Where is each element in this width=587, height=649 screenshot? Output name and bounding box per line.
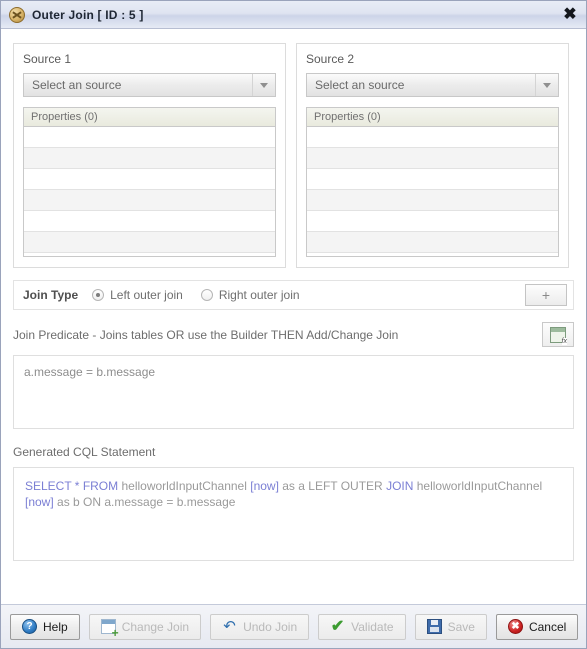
join-predicate-row: Join Predicate - Joins tables OR use the… — [13, 322, 574, 347]
source-2-label: Source 2 — [306, 52, 355, 66]
outer-join-icon — [9, 6, 25, 23]
dialog-button-bar: Help Change Join Undo Join Validate Save… — [1, 604, 586, 648]
generated-cql-statement: SELECT * FROM helloworldInputChannel [no… — [13, 467, 574, 561]
source-1-select[interactable]: Select an source — [23, 73, 276, 97]
source-2-properties-list[interactable]: Properties (0) — [306, 107, 559, 257]
cql-token-identifier: as a LEFT OUTER — [278, 479, 387, 493]
expression-builder-button[interactable] — [542, 322, 574, 347]
help-icon — [22, 619, 37, 634]
add-join-button[interactable]: + — [525, 284, 567, 306]
list-item[interactable] — [307, 169, 558, 190]
source-1-properties-list[interactable]: Properties (0) — [23, 107, 276, 257]
source-2-panel: Source 2 Select an source Properties (0) — [296, 43, 569, 268]
help-button-label: Help — [43, 619, 68, 634]
list-item[interactable] — [24, 148, 275, 169]
join-type-label: Join Type — [23, 288, 79, 302]
source-2-property-rows — [307, 127, 558, 256]
source-2-select-value: Select an source — [315, 78, 405, 92]
cql-token-keyword: SELECT — [25, 479, 72, 493]
cancel-button-label: Cancel — [528, 619, 567, 634]
generated-cql-label: Generated CQL Statement — [13, 445, 156, 459]
list-item[interactable] — [307, 211, 558, 232]
validate-button[interactable]: Validate — [318, 613, 406, 640]
cql-token-keyword: [now] — [250, 479, 279, 493]
cql-token-identifier: helloworldInputChannel — [413, 479, 543, 493]
source-1-properties-header: Properties (0) — [24, 108, 275, 127]
source-2-select[interactable]: Select an source — [306, 73, 559, 97]
radio-right-outer-join-label: Right outer join — [218, 288, 300, 302]
title-bar: Outer Join [ ID : 5 ] ✖ — [1, 1, 586, 29]
cql-token-identifier: as b ON a.message = b.message — [53, 495, 236, 509]
dialog-content: Source 1 Select an source Properties (0) — [1, 29, 586, 604]
cql-token-keyword: FROM — [82, 479, 119, 493]
validate-button-label: Validate — [351, 619, 394, 634]
source-2-properties-header: Properties (0) — [307, 108, 558, 127]
list-item[interactable] — [307, 253, 558, 256]
list-item[interactable] — [24, 232, 275, 253]
change-join-button-label: Change Join — [121, 619, 190, 634]
list-item[interactable] — [24, 190, 275, 211]
cancel-icon — [507, 619, 523, 634]
change-join-icon — [100, 619, 119, 639]
list-item[interactable] — [24, 127, 275, 148]
list-item[interactable] — [307, 148, 558, 169]
cql-token-keyword: [now] — [25, 495, 54, 509]
chevron-down-icon — [535, 74, 558, 96]
expression-builder-icon — [550, 326, 568, 345]
save-button-label: Save — [447, 619, 475, 634]
radio-right-outer-join[interactable]: Right outer join — [200, 288, 300, 302]
undo-join-button[interactable]: Undo Join — [210, 613, 310, 640]
source-1-label: Source 1 — [23, 52, 72, 66]
outer-join-dialog: Outer Join [ ID : 5 ] ✖ Source 1 Select … — [0, 0, 587, 649]
cql-token-keyword: * — [71, 479, 83, 493]
cancel-button[interactable]: Cancel — [495, 613, 579, 640]
validate-icon — [330, 619, 345, 634]
radio-right-outer-join-indicator — [200, 289, 213, 301]
list-item[interactable] — [307, 232, 558, 253]
radio-left-outer-join-label: Left outer join — [110, 288, 183, 302]
list-item[interactable] — [307, 190, 558, 211]
change-join-button[interactable]: Change Join — [88, 613, 202, 640]
list-item[interactable] — [24, 211, 275, 232]
source-1-select-value: Select an source — [32, 78, 122, 92]
list-item[interactable] — [24, 169, 275, 190]
cql-token-keyword: JOIN — [386, 479, 414, 493]
window-title: Outer Join [ ID : 5 ] — [32, 7, 144, 22]
undo-icon — [222, 619, 237, 634]
list-item[interactable] — [24, 253, 275, 256]
undo-join-button-label: Undo Join — [243, 619, 298, 634]
sources-row: Source 1 Select an source Properties (0) — [13, 43, 574, 268]
chevron-down-icon — [252, 74, 275, 96]
radio-left-outer-join[interactable]: Left outer join — [92, 288, 183, 302]
cql-token-identifier: helloworldInputChannel — [118, 479, 251, 493]
list-item[interactable] — [307, 127, 558, 148]
help-button[interactable]: Help — [10, 613, 80, 640]
join-type-bar: Join Type Left outer join Right outer jo… — [13, 280, 574, 310]
radio-left-outer-join-indicator — [92, 289, 105, 301]
source-1-panel: Source 1 Select an source Properties (0) — [13, 43, 286, 268]
save-icon — [426, 619, 442, 634]
save-button[interactable]: Save — [414, 613, 487, 640]
close-icon[interactable]: ✖ — [560, 5, 580, 25]
join-predicate-input[interactable]: a.message = b.message — [13, 355, 574, 429]
source-1-property-rows — [24, 127, 275, 256]
join-predicate-label: Join Predicate - Joins tables OR use the… — [13, 327, 399, 342]
